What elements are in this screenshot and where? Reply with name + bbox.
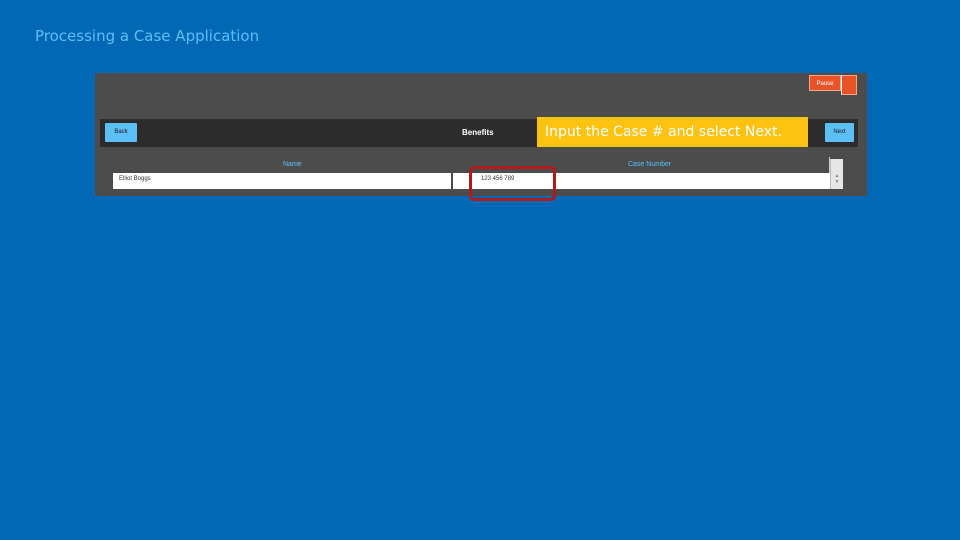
column-header-name: Name bbox=[283, 161, 302, 168]
page-heading: Benefits bbox=[462, 128, 494, 137]
column-header-case-number: Case Number bbox=[628, 161, 672, 168]
cell-divider bbox=[451, 173, 453, 189]
instruction-callout: Input the Case # and select Next. bbox=[537, 117, 808, 147]
case-number-highlight bbox=[469, 166, 556, 201]
next-button[interactable]: Next bbox=[825, 123, 854, 142]
slide-title: Processing a Case Application bbox=[35, 27, 260, 45]
name-cell[interactable]: Elliot Boggs bbox=[119, 176, 151, 182]
pause-button[interactable]: Pause bbox=[809, 75, 841, 91]
chevron-down-icon[interactable]: ▼ bbox=[831, 179, 843, 185]
back-button[interactable]: Back bbox=[105, 123, 137, 142]
scrollbar[interactable]: ▲ ▼ bbox=[830, 159, 843, 189]
pause-button-side[interactable] bbox=[841, 75, 857, 95]
